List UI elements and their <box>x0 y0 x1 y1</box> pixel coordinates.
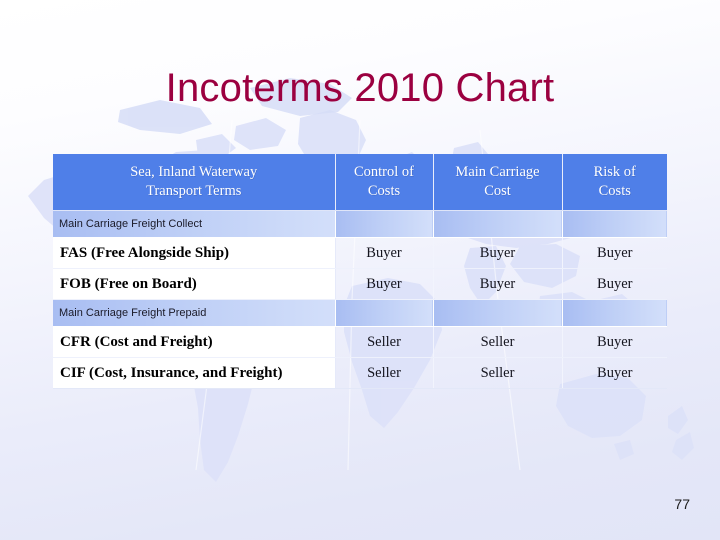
header-line-1: Main Carriage <box>455 164 540 180</box>
cell-main-carriage-cost: Buyer <box>433 237 563 270</box>
cell-main-carriage-cost: Seller <box>433 326 563 359</box>
section-band-row: Main Carriage Freight Prepaid <box>53 299 667 328</box>
cell-main-carriage-cost: Seller <box>433 357 563 390</box>
header-line-2: Transport Terms <box>146 182 242 199</box>
incoterms-table: Sea, Inland Waterway Transport Terms Con… <box>53 154 667 390</box>
header-line-2: Cost <box>484 182 511 199</box>
header-line-2: Costs <box>367 182 401 199</box>
table-row: FAS (Free Alongside Ship) Buyer Buyer Bu… <box>53 237 667 270</box>
table-row: CIF (Cost, Insurance, and Freight) Selle… <box>53 357 667 390</box>
cell-control-of-costs: Seller <box>335 357 434 390</box>
table-header-row: Sea, Inland Waterway Transport Terms Con… <box>53 154 667 212</box>
section-band-spacer <box>562 299 667 328</box>
column-header-control-of-costs: Control of Costs <box>335 154 434 212</box>
cell-risk-of-costs: Buyer <box>562 237 667 270</box>
cell-control-of-costs: Seller <box>335 326 434 359</box>
section-band-spacer <box>562 210 667 239</box>
section-band-spacer <box>335 210 434 239</box>
table-row: CFR (Cost and Freight) Seller Seller Buy… <box>53 326 667 359</box>
header-line-1: Sea, Inland Waterway <box>130 164 258 180</box>
section-band-spacer <box>335 299 434 328</box>
slide-title: Incoterms 2010 Chart <box>165 66 555 110</box>
cell-term: CIF (Cost, Insurance, and Freight) <box>53 357 336 390</box>
header-line-1: Control of <box>353 164 414 180</box>
section-band-label: Main Carriage Freight Prepaid <box>53 299 336 328</box>
cell-control-of-costs: Buyer <box>335 268 434 301</box>
cell-control-of-costs: Buyer <box>335 237 434 270</box>
cell-term: FAS (Free Alongside Ship) <box>53 237 336 270</box>
cell-risk-of-costs: Buyer <box>562 357 667 390</box>
cell-term: CFR (Cost and Freight) <box>53 326 336 359</box>
cell-risk-of-costs: Buyer <box>562 326 667 359</box>
section-band-row: Main Carriage Freight Collect <box>53 210 667 239</box>
cell-term: FOB (Free on Board) <box>53 268 336 301</box>
incoterms-table-container: Sea, Inland Waterway Transport Terms Con… <box>53 154 667 390</box>
header-line-2: Costs <box>598 182 631 199</box>
page-number: 77 <box>674 496 690 512</box>
table-row: FOB (Free on Board) Buyer Buyer Buyer <box>53 268 667 301</box>
section-band-spacer <box>433 299 563 328</box>
column-header-main-carriage-cost: Main Carriage Cost <box>433 154 563 212</box>
column-header-transport-terms: Sea, Inland Waterway Transport Terms <box>53 154 336 212</box>
section-band-label: Main Carriage Freight Collect <box>53 210 336 239</box>
column-header-risk-of-costs: Risk of Costs <box>562 154 667 212</box>
slide-canvas: Incoterms 2010 Chart Sea, Inland Waterwa… <box>0 0 720 540</box>
cell-risk-of-costs: Buyer <box>562 268 667 301</box>
cell-main-carriage-cost: Buyer <box>433 268 563 301</box>
section-band-spacer <box>433 210 563 239</box>
header-line-1: Risk of <box>593 164 636 180</box>
